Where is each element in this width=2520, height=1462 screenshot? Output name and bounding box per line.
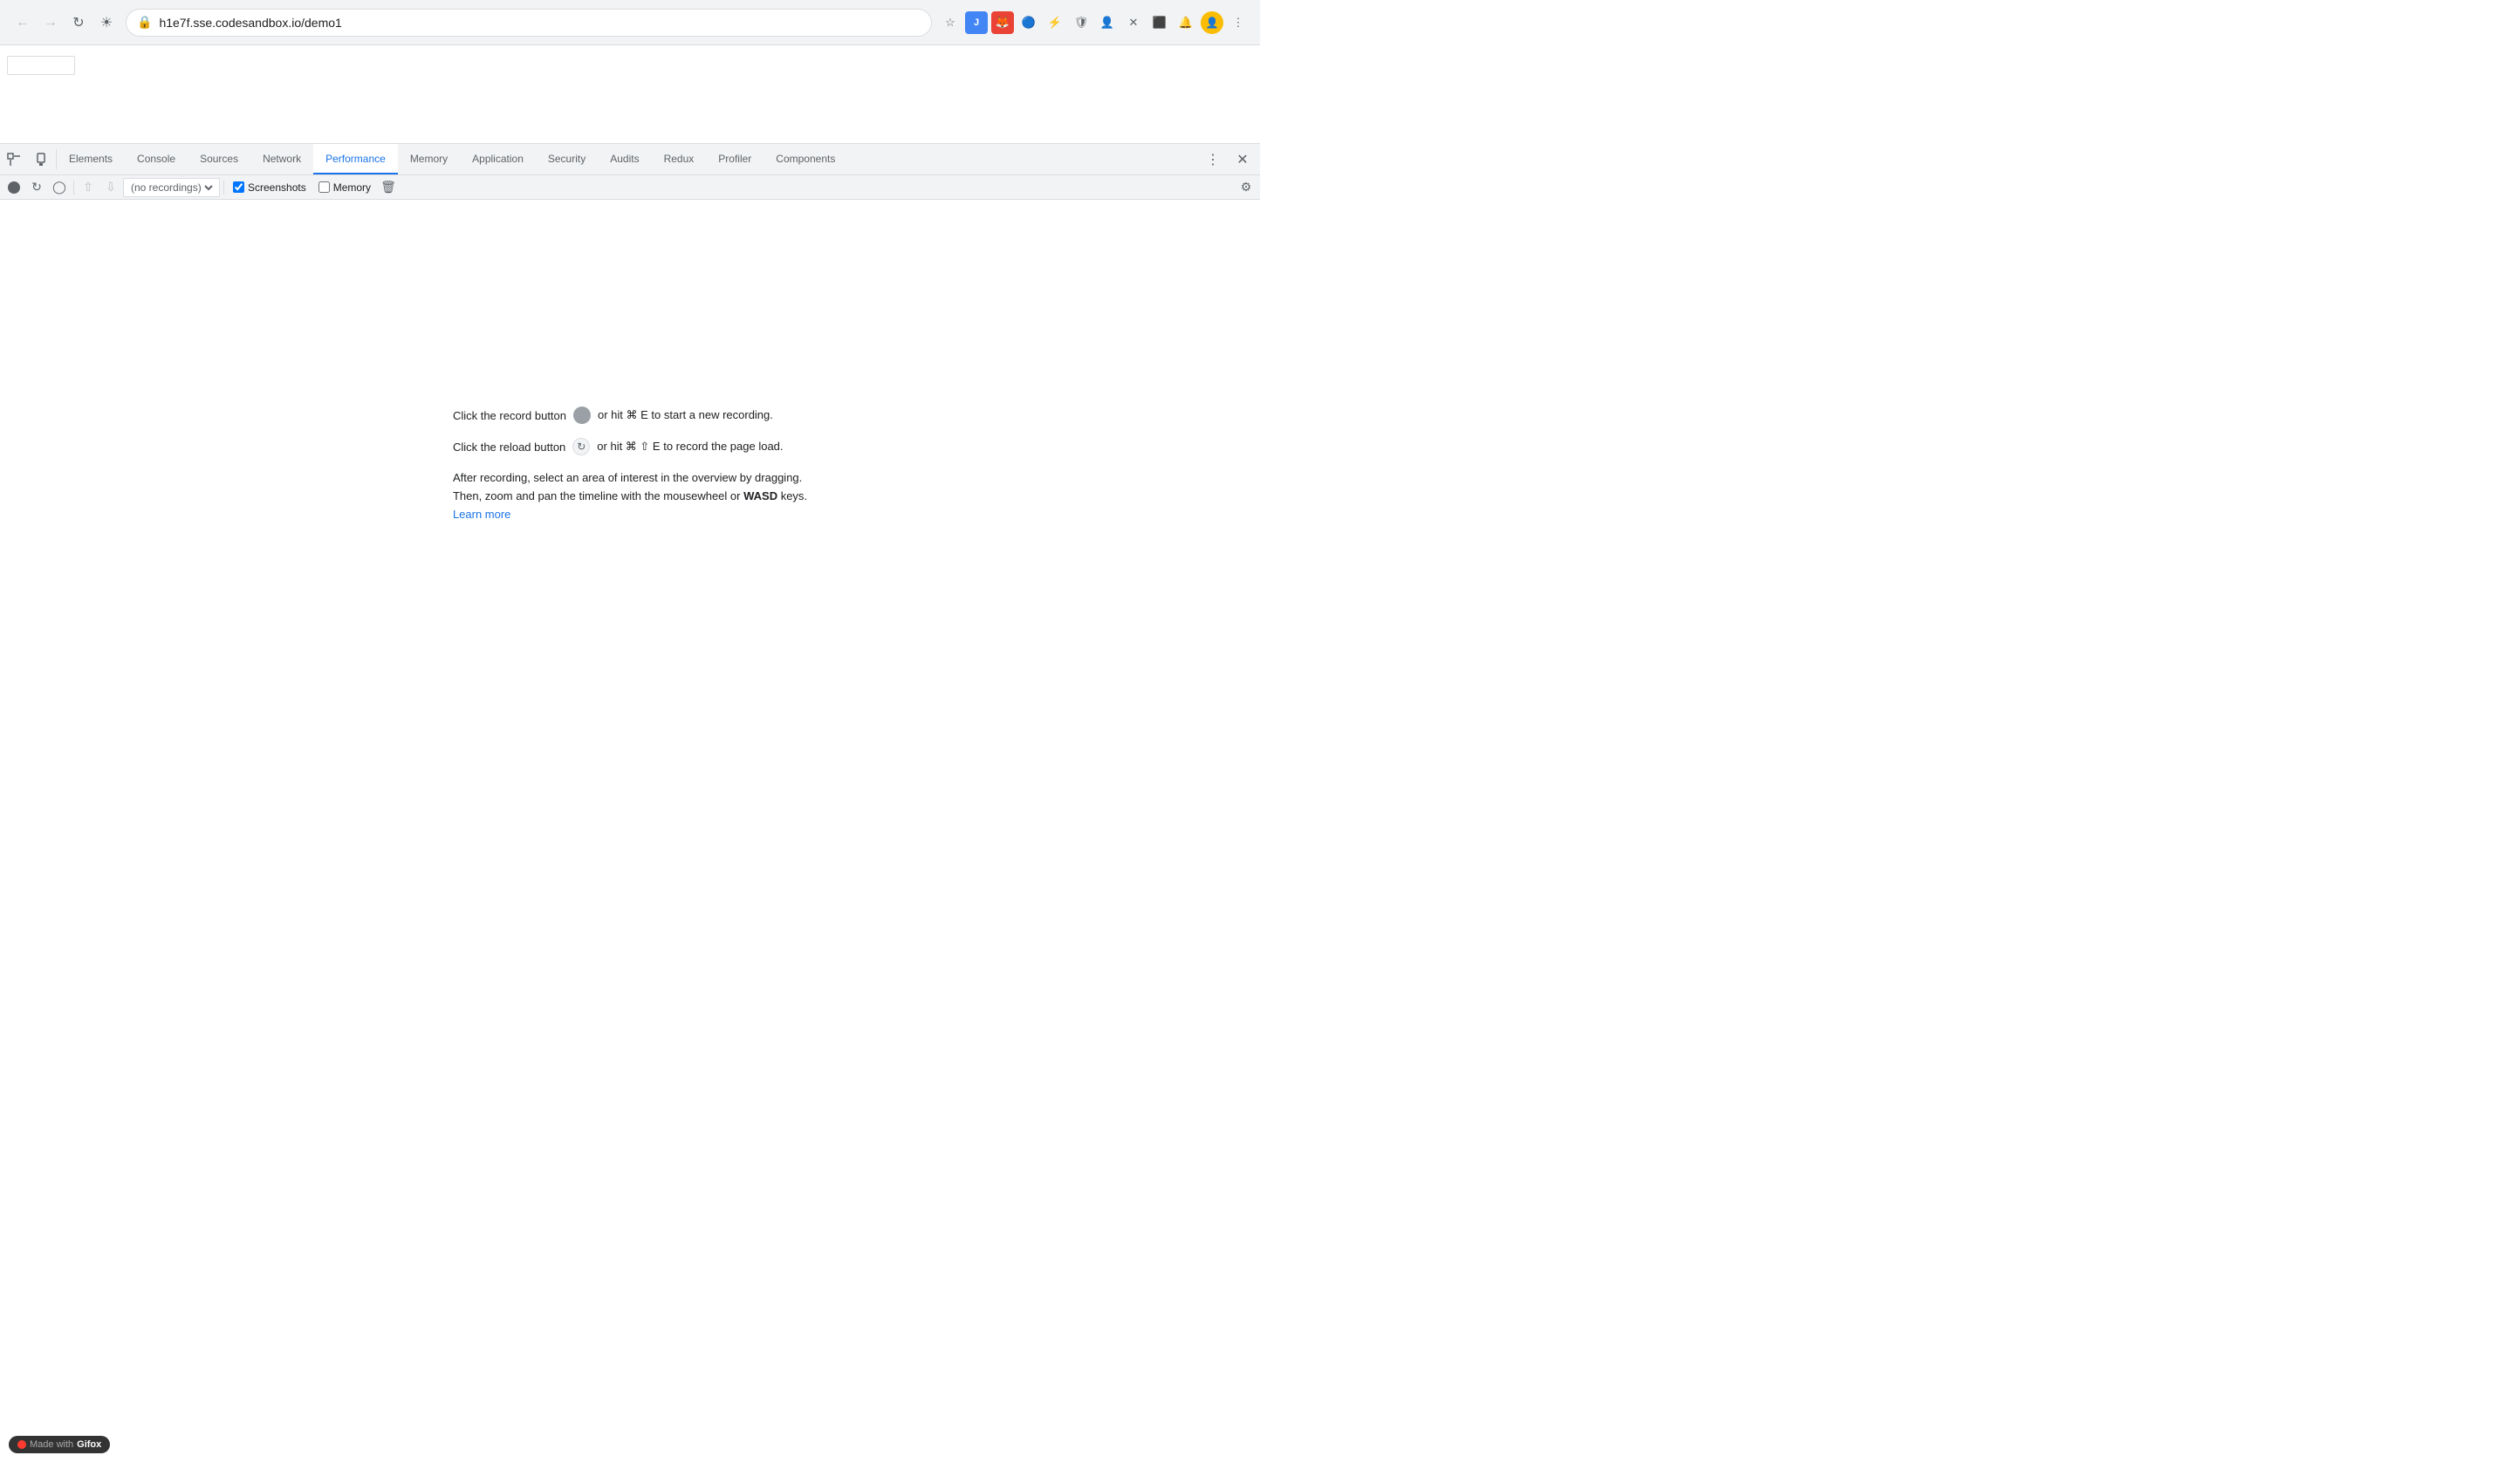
toolbar-separator-1 [73,181,74,195]
ext8-icon[interactable]: ⬛ [1148,11,1171,34]
tab-network[interactable]: Network [250,144,313,174]
tab-memory[interactable]: Memory [398,144,460,174]
record-help-after: or hit ⌘ E to start a new recording. [598,408,773,422]
memory-label: Memory [333,181,371,194]
tab-profiler[interactable]: Profiler [706,144,764,174]
line3-text: After recording, select an area of inter… [453,471,802,484]
devtools-tabs: ElementsConsoleSourcesNetworkPerformance… [57,144,847,174]
close-devtools-button[interactable]: ✕ [1229,151,1257,168]
back-button[interactable]: ← [10,10,35,35]
ext9-icon[interactable]: 🔔 [1174,11,1197,34]
devtools-content: Click the record button or hit ⌘ E to st… [0,200,1260,731]
tab-application[interactable]: Application [460,144,536,174]
ext3-icon[interactable]: 🔵 [1017,11,1040,34]
page-content [0,45,1260,143]
tab-elements[interactable]: Elements [57,144,125,174]
refresh-button[interactable]: ↻ [66,10,91,35]
clear-button[interactable]: ◯ [49,177,70,198]
record-help-before: Click the record button [453,409,566,422]
tab-security[interactable]: Security [536,144,598,174]
address-bar[interactable]: 🔒 h1e7f.sse.codesandbox.io/demo1 [126,9,932,37]
wasd-text: WASD [743,489,777,502]
drag-help-paragraph: After recording, select an area of inter… [453,469,807,523]
record-button-indicator [573,406,591,424]
performance-help: Click the record button or hit ⌘ E to st… [453,406,807,523]
gifox-record-dot [17,1440,26,1449]
delete-recordings-button[interactable]: 🗑 [378,177,399,198]
line4-after: keys. [777,489,807,502]
screenshots-checkbox-label[interactable]: Screenshots [228,181,312,194]
more-tools-button[interactable]: ⋮ [1199,151,1227,168]
devtools-toolbar: ↻ ◯ ⇧ ⇩ (no recordings) Screenshots Memo… [0,175,1260,200]
toolbar-separator-2 [223,181,224,195]
user-avatar-icon[interactable]: 👤 [1201,11,1223,34]
toolbar-right: ⚙ [1236,177,1257,198]
download-button[interactable]: ⇩ [100,177,121,198]
tab-performance[interactable]: Performance [313,144,398,174]
browser-chrome: ← → ↻ ☀ 🔒 h1e7f.sse.codesandbox.io/demo1… [0,0,1260,45]
device-toolbar-button[interactable] [28,144,56,174]
reload-help-after: or hit ⌘ ⇧ E to record the page load. [597,440,783,454]
screenshots-checkbox[interactable] [233,181,244,193]
ext2-icon[interactable]: 🦊 [991,11,1014,34]
memory-checkbox-label[interactable]: Memory [313,181,376,194]
home-button[interactable]: ☀ [94,10,119,35]
memory-checkbox[interactable] [318,181,330,193]
page-input-box[interactable] [7,56,75,75]
tab-console[interactable]: Console [125,144,188,174]
gifox-brand: Gifox [77,1439,101,1450]
reload-record-button[interactable]: ↻ [26,177,47,198]
extension-icons: ☆ J 🦊 🔵 ⚡ 🛡 👤 ✕ ⬛ 🔔 👤 ⋮ [939,11,1250,34]
line4-before: Then, zoom and pan the timeline with the… [453,489,743,502]
inspect-element-button[interactable] [0,144,28,174]
forward-button[interactable]: → [38,10,63,35]
record-help-row: Click the record button or hit ⌘ E to st… [453,406,773,424]
settings-button[interactable]: ⚙ [1236,177,1257,198]
reload-button-indicator: ↻ [572,438,590,455]
ext7-icon[interactable]: ✕ [1122,11,1145,34]
reload-help-before: Click the reload button [453,441,565,454]
tab-audits[interactable]: Audits [598,144,651,174]
ext4-icon[interactable]: ⚡ [1044,11,1066,34]
tab-redux[interactable]: Redux [652,144,707,174]
upload-button[interactable]: ⇧ [78,177,99,198]
devtools-right-actions: ⋮ ✕ [1199,144,1260,174]
reload-help-row: Click the reload button ↻ or hit ⌘ ⇧ E t… [453,438,784,455]
devtools-tabbar: ElementsConsoleSourcesNetworkPerformance… [0,144,1260,175]
gifox-made-with: Made with [30,1439,73,1450]
learn-more-link[interactable]: Learn more [453,508,510,521]
record-dot [8,181,20,194]
devtools-panel: ElementsConsoleSourcesNetworkPerformance… [0,143,1260,731]
screenshots-label: Screenshots [248,181,306,194]
tab-sources[interactable]: Sources [188,144,250,174]
gifox-badge: Made with Gifox [9,1436,110,1453]
lock-icon: 🔒 [137,15,152,30]
recordings-select[interactable]: (no recordings) [123,178,220,197]
menu-dots-icon[interactable]: ⋮ [1227,11,1250,34]
record-button[interactable] [3,177,24,198]
url-text: h1e7f.sse.codesandbox.io/demo1 [159,16,921,30]
devtools-left-icons [0,144,57,174]
ext5-icon[interactable]: 🛡 [1070,11,1092,34]
ext6-icon[interactable]: 👤 [1096,11,1119,34]
tab-components[interactable]: Components [764,144,847,174]
nav-buttons: ← → ↻ ☀ [10,10,119,35]
recordings-dropdown[interactable]: (no recordings) [127,181,216,195]
ext1-icon[interactable]: J [965,11,988,34]
star-icon[interactable]: ☆ [939,11,962,34]
